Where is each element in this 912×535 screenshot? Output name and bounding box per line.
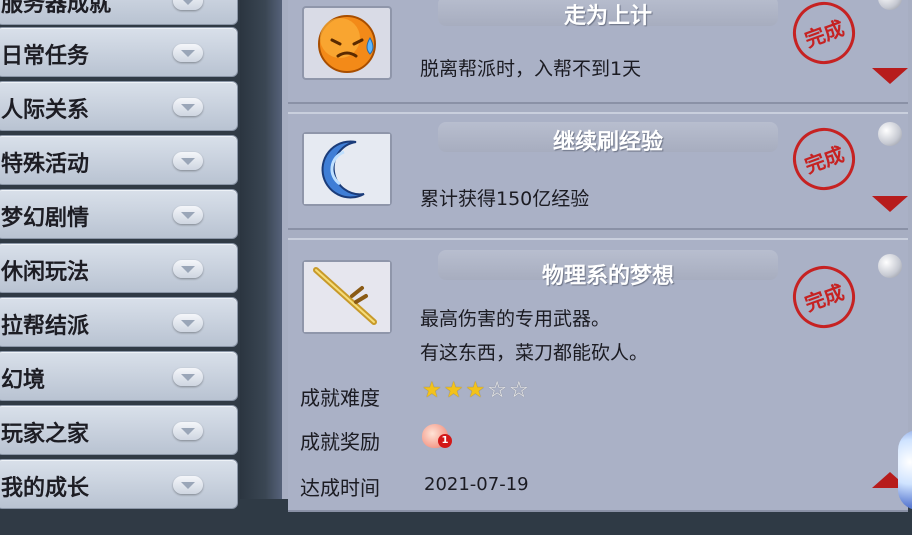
corner-orb-icon <box>898 430 912 510</box>
pearl-icon <box>878 0 902 10</box>
pearl-icon <box>878 254 902 278</box>
category-story[interactable]: 梦幻剧情 <box>0 189 238 239</box>
sweating-face-icon <box>302 6 392 80</box>
category-label: 日常任务 <box>1 44 90 69</box>
achievement-card[interactable]: 走为上计 脱离帮派时，入帮不到1天 完成 <box>288 0 908 104</box>
category-label: 玩家之家 <box>1 422 90 447</box>
category-label: 幻境 <box>1 368 46 393</box>
category-label: 休闲玩法 <box>1 260 90 285</box>
chevron-down-icon[interactable] <box>173 44 203 62</box>
difficulty-stars: ★★★☆☆ <box>422 378 531 403</box>
achievement-card[interactable]: 继续刷经验 累计获得150亿经验 完成 <box>288 112 908 230</box>
achievement-title: 走为上计 <box>563 4 652 29</box>
category-leisure[interactable]: 休闲玩法 <box>0 243 238 293</box>
category-label: 拉帮结派 <box>1 314 90 339</box>
golden-sword-icon <box>302 260 392 334</box>
time-label: 达成时间 <box>300 476 380 500</box>
category-guild[interactable]: 拉帮结派 <box>0 297 238 347</box>
achievement-card-expanded[interactable]: 物理系的梦想 最高伤害的专用武器。 有这东西，菜刀都能砍人。 完成 成就难度 成… <box>288 238 908 512</box>
chevron-down-icon[interactable] <box>173 314 203 332</box>
peach-icon[interactable]: 1 <box>422 420 452 450</box>
achievement-description: 脱离帮派时，入帮不到1天 <box>420 58 642 80</box>
chevron-down-icon[interactable] <box>173 152 203 170</box>
category-label: 我的成长 <box>1 476 90 501</box>
reward-count-badge: 1 <box>438 434 452 448</box>
category-my-growth[interactable]: 我的成长 <box>0 459 238 509</box>
crescent-moon-icon <box>302 132 392 206</box>
star-filled-icon: ★ <box>422 378 444 403</box>
achievement-list: 走为上计 脱离帮派时，入帮不到1天 完成 继续刷经验 累计获得150亿经验 完成 <box>282 0 912 512</box>
category-relationships[interactable]: 人际关系 <box>0 81 238 131</box>
star-filled-icon: ★ <box>443 378 466 403</box>
achievement-description: 累计获得150亿经验 <box>420 188 590 210</box>
panel-divider <box>240 0 282 499</box>
chevron-down-icon[interactable] <box>173 368 203 386</box>
category-label: 特殊活动 <box>1 152 90 177</box>
chevron-down-icon[interactable] <box>173 422 203 440</box>
category-label: 人际关系 <box>1 98 90 123</box>
difficulty-label: 成就难度 <box>300 386 380 410</box>
achievement-description-line1: 最高伤害的专用武器。 <box>420 308 611 330</box>
pearl-icon <box>878 122 902 146</box>
chevron-down-icon[interactable] <box>173 98 203 116</box>
category-illusion[interactable]: 幻境 <box>0 351 238 401</box>
achievement-description-line2: 有这东西，菜刀都能砍人。 <box>420 342 649 364</box>
completed-stamp: 完成 <box>784 0 864 73</box>
category-sidebar: 服务器成就 日常任务 人际关系 特殊活动 梦幻剧情 休闲玩法 拉帮结派 幻境 玩… <box>0 0 240 535</box>
expand-arrow-icon[interactable] <box>872 196 908 212</box>
achievement-title: 继续刷经验 <box>552 130 663 155</box>
category-label: 服务器成就 <box>1 0 112 17</box>
category-player-home[interactable]: 玩家之家 <box>0 405 238 455</box>
category-label: 梦幻剧情 <box>1 206 90 231</box>
chevron-down-icon[interactable] <box>173 0 203 10</box>
completion-date: 2021-07-19 <box>424 474 529 495</box>
achievement-title: 物理系的梦想 <box>541 264 674 289</box>
star-empty-icon: ☆ <box>487 378 509 403</box>
completed-stamp: 完成 <box>784 257 864 337</box>
star-empty-icon: ☆ <box>508 378 531 403</box>
category-daily-tasks[interactable]: 日常任务 <box>0 27 238 77</box>
chevron-down-icon[interactable] <box>173 206 203 224</box>
star-filled-icon: ★ <box>465 378 488 403</box>
category-server-achievements[interactable]: 服务器成就 <box>0 0 238 25</box>
reward-label: 成就奖励 <box>300 430 380 454</box>
completed-stamp: 完成 <box>784 119 864 199</box>
chevron-down-icon[interactable] <box>173 476 203 494</box>
category-special-events[interactable]: 特殊活动 <box>0 135 238 185</box>
expand-arrow-icon[interactable] <box>872 68 908 84</box>
chevron-down-icon[interactable] <box>173 260 203 278</box>
